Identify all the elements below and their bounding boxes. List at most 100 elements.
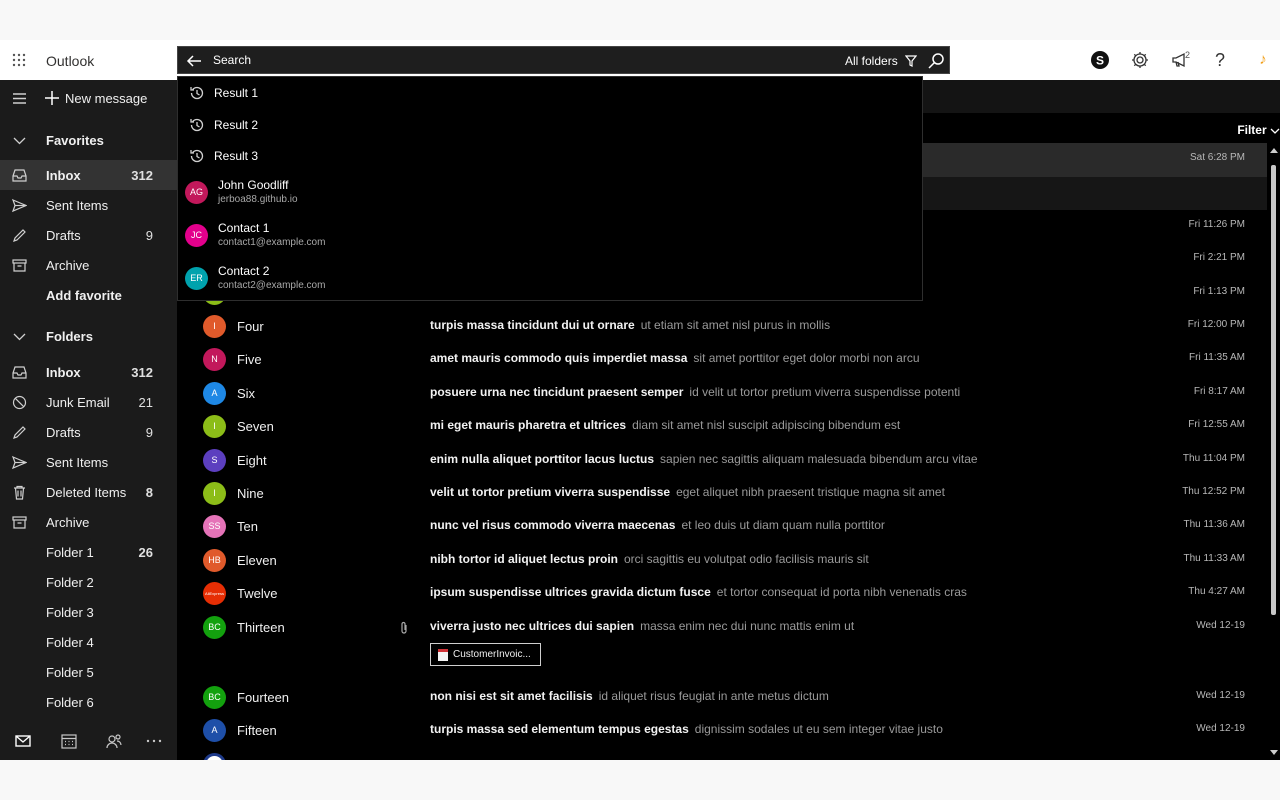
sidebar-item-label: Archive — [46, 514, 90, 530]
sidebar-item-favorites-archive[interactable]: Archive — [0, 250, 177, 280]
message-row[interactable]: BC Thirteen viverra justo nec ultrices d… — [177, 611, 1267, 644]
unread-count: 21 — [138, 394, 153, 410]
hamburger-menu-icon[interactable] — [12, 91, 27, 106]
history-icon — [189, 148, 205, 164]
search-history-item[interactable]: Result 2 — [178, 109, 922, 141]
more-options-icon[interactable] — [145, 732, 163, 750]
message-row[interactable]: AliExpress Twelve ipsum suspendisse ultr… — [177, 577, 1267, 610]
message-row[interactable]: I Seven mi eget mauris pharetra et ultri… — [177, 410, 1267, 443]
message-row[interactable]: N Five amet mauris commodo quis imperdie… — [177, 343, 1267, 376]
message-sender: Four — [237, 319, 264, 334]
svg-text:S: S — [1096, 54, 1104, 68]
sidebar-item-folder-4[interactable]: Folder 4 — [0, 627, 177, 657]
sidebar-item-favorites-sent[interactable]: Sent Items — [0, 190, 177, 220]
account-avatar[interactable]: ♪ — [1250, 47, 1276, 73]
scroll-down-arrow-icon[interactable] — [1270, 750, 1278, 755]
sidebar-item-folder-1[interactable]: Folder 1 26 — [0, 537, 177, 567]
scroll-up-arrow-icon[interactable] — [1270, 148, 1278, 153]
sidebar-item-folder-6[interactable]: Folder 6 — [0, 687, 177, 717]
attachment-name: CustomerInvoic... — [453, 649, 531, 660]
message-row[interactable]: BC Fourteen non nisi est sit amet facili… — [177, 681, 1267, 714]
subject-text: mi eget mauris pharetra et ultrices — [430, 418, 627, 432]
sidebar-item-deleted-items[interactable]: Deleted Items 8 — [0, 477, 177, 507]
new-message-button[interactable]: New message — [65, 91, 147, 106]
message-time: Fri 11:26 PM — [1188, 219, 1246, 230]
avatar: N — [203, 348, 226, 371]
message-row[interactable]: HB Eleven nibh tortor id aliquet lectus … — [177, 544, 1267, 577]
subject-text: nunc vel risus commodo viverra maecenas — [430, 518, 676, 532]
filter-button[interactable]: Filter — [1237, 123, 1280, 137]
sidebar-item-folder-2[interactable]: Folder 2 — [0, 567, 177, 597]
message-time: Fri 11:35 AM — [1189, 352, 1245, 363]
help-icon[interactable]: ? — [1209, 49, 1231, 71]
message-time: Thu 11:04 PM — [1182, 453, 1245, 464]
sidebar-item-label: Inbox — [46, 167, 81, 183]
sidebar-item-folder-5[interactable]: Folder 5 — [0, 657, 177, 687]
favorites-header[interactable]: Favorites — [0, 125, 177, 155]
message-preview: diam sit amet nisl suscipit adipiscing b… — [632, 418, 901, 432]
contact-name: Contact 2 — [218, 264, 270, 278]
contact-suggestion[interactable]: AG John Goodliff jerboa88.github.io — [178, 172, 922, 214]
sidebar-item-junk-email[interactable]: Junk Email 21 — [0, 387, 177, 417]
message-row[interactable]: I Four turpis massa tincidunt dui ut orn… — [177, 310, 1267, 343]
avatar: HB — [203, 549, 226, 572]
add-favorite-link[interactable]: Add favorite — [0, 280, 177, 310]
message-sender: Fifteen — [237, 723, 277, 738]
calendar-icon[interactable] — [60, 732, 78, 750]
people-icon[interactable] — [105, 732, 123, 750]
contact-name: John Goodliff — [218, 178, 289, 192]
message-preview: id velit ut tortor pretium viverra suspe… — [689, 385, 961, 399]
sidebar-item-label: Folder 1 — [46, 544, 94, 560]
message-time: Wed 12-19 — [1196, 723, 1245, 734]
message-time: Thu 11:36 AM — [1183, 519, 1245, 530]
chevron-down-icon — [12, 133, 27, 148]
sidebar-item-archive[interactable]: Archive — [0, 507, 177, 537]
skype-icon[interactable]: S — [1089, 49, 1111, 71]
sidebar-item-favorites-inbox[interactable]: Inbox 312 — [0, 160, 177, 190]
contact-suggestion[interactable]: ER Contact 2 contact2@example.com — [178, 258, 922, 300]
search-scope-dropdown[interactable]: All folders — [845, 54, 898, 68]
sidebar-item-label: Sent Items — [46, 454, 109, 470]
message-subject: nibh tortor id aliquet lectus proin orci … — [430, 552, 869, 566]
back-arrow-icon[interactable] — [186, 53, 202, 69]
subject-text: velit ut tortor pretium viverra suspendi… — [430, 485, 671, 499]
message-sender: Seven — [237, 419, 274, 434]
message-row[interactable]: SS Ten nunc vel risus commodo viverra ma… — [177, 510, 1267, 543]
history-text: Result 2 — [214, 118, 259, 132]
sidebar-item-favorites-drafts[interactable]: Drafts 9 — [0, 220, 177, 250]
app-launcher-icon[interactable] — [12, 53, 26, 67]
settings-gear-icon[interactable] — [1129, 49, 1151, 71]
search-icon[interactable] — [925, 50, 947, 72]
scrollbar[interactable] — [1267, 143, 1280, 760]
archive-icon — [12, 258, 27, 273]
inbox-icon — [12, 168, 27, 183]
message-time: Fri 1:13 PM — [1193, 286, 1245, 297]
mail-icon[interactable] — [14, 732, 32, 750]
folders-header[interactable]: Folders — [0, 321, 177, 351]
chevron-down-icon — [1270, 126, 1280, 136]
message-row[interactable]: I Nine velit ut tortor pretium viverra s… — [177, 477, 1267, 510]
sidebar-item-inbox[interactable]: Inbox 312 — [0, 357, 177, 387]
message-time: Fri 12:55 AM — [1188, 419, 1245, 430]
avatar — [203, 753, 226, 760]
message-row[interactable]: A Fifteen turpis massa sed elementum tem… — [177, 714, 1267, 747]
sidebar-item-drafts[interactable]: Drafts 9 — [0, 417, 177, 447]
message-row[interactable]: S Eight enim nulla aliquet porttitor lac… — [177, 444, 1267, 477]
search-history-item[interactable]: Result 1 — [178, 77, 922, 109]
attachment-chip[interactable]: CustomerInvoic... — [430, 643, 541, 666]
sidebar-item-folder-3[interactable]: Folder 3 — [0, 597, 177, 627]
search-box[interactable]: Search All folders — [177, 46, 950, 74]
search-history-item[interactable]: Result 3 — [178, 140, 922, 172]
contact-suggestion[interactable]: JC Contact 1 contact1@example.com — [178, 215, 922, 257]
avatar: ER — [185, 267, 208, 290]
message-preview: ut etiam sit amet nisl purus in mollis — [640, 318, 831, 332]
filter-funnel-icon[interactable] — [905, 55, 917, 67]
scroll-thumb[interactable] — [1271, 165, 1276, 615]
message-row[interactable]: A Six posuere urna nec tincidunt praesen… — [177, 377, 1267, 410]
message-sender: Fourteen — [237, 690, 290, 705]
pencil-icon — [12, 228, 27, 243]
search-input[interactable]: Search — [213, 53, 251, 67]
message-time: Wed 12-19 — [1196, 620, 1245, 631]
message-row[interactable] — [177, 748, 1267, 760]
sidebar-item-sent-items[interactable]: Sent Items — [0, 447, 177, 477]
